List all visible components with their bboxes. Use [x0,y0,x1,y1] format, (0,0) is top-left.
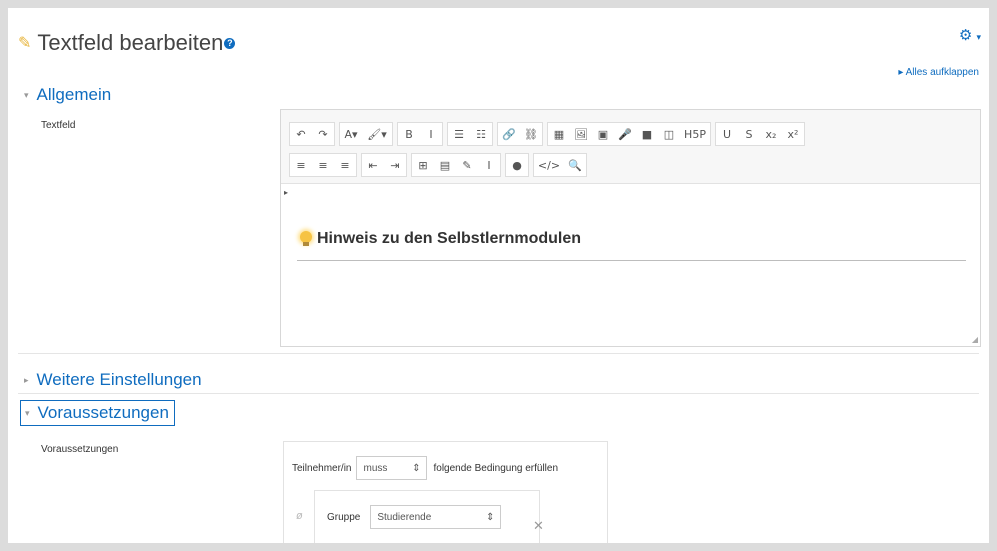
restriction-prefix: Teilnehmer/in [292,462,352,474]
textfield-label: Textfeld [41,120,76,131]
chevron-down-icon: ▾ [24,89,29,100]
resize-handle-icon[interactable]: ◢ [972,335,978,344]
toolbar-group: ⊞ ▤ ✎ Ⅰ [411,153,501,177]
toolbar-button[interactable]: ≡ [334,154,356,176]
horizontal-rule [297,260,966,261]
toolbar-button[interactable]: ⇥ [384,154,406,176]
toolbar-button[interactable]: ⊞ [412,154,434,176]
toolbar-button[interactable]: Ⅰ [478,154,500,176]
toolbar-button[interactable]: x² [782,123,804,145]
expand-all-link[interactable]: ▸ Alles aufklappen [898,67,979,78]
section-divider [18,393,979,394]
restrictions-box: Teilnehmer/in muss ⇕ folgende Bedingung … [283,441,608,543]
eye-hidden-icon[interactable]: ø [296,510,303,522]
toolbar-button[interactable]: ■ [636,123,658,145]
toolbar-button[interactable]: I [420,123,442,145]
select-arrows-icon: ⇕ [412,462,421,474]
toolbar-button[interactable]: ✎ [456,154,478,176]
pencil-icon: ✎ [18,35,32,52]
section-general-header[interactable]: ▾ Allgemein [24,85,111,105]
toolbar-button[interactable]: ≡ [290,154,312,176]
collapse-caret-icon[interactable]: ▸ [284,188,288,197]
toolbar-button[interactable]: ⛓ [520,123,542,145]
select-arrows-icon: ⇕ [485,511,495,523]
condition-box: Gruppe Studierende ⇕ [314,490,540,543]
toolbar-group: U Sx₂ x² [715,122,805,146]
lightbulb-icon [299,230,313,248]
toolbar-button[interactable]: ● [506,154,528,176]
section-divider [18,353,979,354]
editor-toolbar: ↶ ↷ A▾ 🖌▾ B I ☰ ☷ 🔗 ⛓ ▦ 🖼 ▣ 🎤 ■ ◫ H5P U Sx₂ x² ≡ ≡ ≡ ⇤ ⇥ ⊞ ▤ ✎ Ⅰ ● </… [281,110,980,184]
toolbar-group: 🔗 ⛓ [497,122,543,146]
restriction-rule-row: Teilnehmer/in muss ⇕ folgende Bedingung … [292,456,558,480]
toolbar-button[interactable]: ☷ [470,123,492,145]
toolbar-button[interactable]: 🖌▾ [362,123,392,145]
settings-menu[interactable]: ⚙ ▾ [959,26,981,44]
must-select[interactable]: muss ⇕ [356,456,428,480]
group-select-value: Studierende [377,511,432,523]
toolbar-button[interactable]: ▣ [592,123,614,145]
restriction-suffix: folgende Bedingung erfüllen [433,462,559,474]
toolbar-button[interactable]: 🔗 [498,123,520,145]
toolbar-row-1: ↶ ↷ A▾ 🖌▾ B I ☰ ☷ 🔗 ⛓ ▦ 🖼 ▣ 🎤 ■ ◫ H5P U Sx₂ x² [289,122,805,146]
toolbar-group: ▦ 🖼 ▣ 🎤 ■ ◫ H5P [547,122,711,146]
toolbar-button[interactable]: ⇤ [362,154,384,176]
toolbar-button[interactable]: ▤ [434,154,456,176]
group-select[interactable]: Studierende ⇕ [370,505,502,529]
toolbar-button[interactable]: ↷ [312,123,334,145]
page-title-text: Textfeld bearbeiten [37,30,224,55]
toolbar-group: </> 🔍 [533,153,587,177]
toolbar-button[interactable]: A▾ [340,123,362,145]
expand-arrow-icon: ▸ [898,67,904,78]
expand-all-label: Alles aufklappen [905,67,979,78]
toolbar-button[interactable]: S [738,123,760,145]
toolbar-button[interactable]: x₂ [760,123,782,145]
text-editor[interactable]: ↶ ↷ A▾ 🖌▾ B I ☰ ☷ 🔗 ⛓ ▦ 🖼 ▣ 🎤 ■ ◫ H5P U Sx₂ x² ≡ ≡ ≡ ⇤ ⇥ ⊞ ▤ ✎ Ⅰ ● </… [280,109,981,347]
toolbar-group: BI [397,122,443,146]
group-condition-row: Gruppe Studierende ⇕ [327,505,502,529]
chevron-right-icon: ▸ [24,374,29,385]
help-icon[interactable]: ? [224,37,236,49]
toolbar-button[interactable]: H5P [680,123,710,145]
form-card: ✎ Textfeld bearbeiten ? ⚙ ▾ ▸ Alles aufk… [8,8,989,543]
toolbar-group: ≡ ≡ ≡ [289,153,357,177]
toolbar-button[interactable]: 🖼 [570,123,592,145]
toolbar-button[interactable]: 🎤 [614,123,636,145]
content-heading-text: Hinweis zu den Selbstlernmodulen [317,230,582,247]
toolbar-group: ☰ ☷ [447,122,493,146]
section-general-title: Allgemein [36,85,112,104]
editor-content[interactable]: ▸ Hinweis zu den Selbstlernmodulen ◢ [281,184,980,346]
toolbar-button[interactable]: 🔍 [564,154,586,176]
toolbar-row-2: ≡ ≡ ≡ ⇤ ⇥ ⊞ ▤ ✎ Ⅰ ● </> 🔍 [289,153,587,177]
toolbar-button[interactable]: </> [534,154,564,176]
toolbar-button[interactable]: B [398,123,420,145]
toolbar-button[interactable]: ▦ [548,123,570,145]
toolbar-group: A▾ 🖌▾ [339,122,393,146]
page-title: ✎ Textfeld bearbeiten ? [18,30,236,56]
restrictions-label: Voraussetzungen [41,444,119,455]
toolbar-button[interactable]: ↶ [290,123,312,145]
toolbar-button[interactable]: U [716,123,738,145]
content-heading: Hinweis zu den Selbstlernmodulen [299,230,581,248]
chevron-down-icon: ▾ [976,32,981,42]
toolbar-group: ↶ ↷ [289,122,335,146]
gear-icon: ⚙ [958,27,973,44]
toolbar-button[interactable]: ≡ [312,154,334,176]
section-restrictions-title: Voraussetzungen [37,403,169,422]
toolbar-group: ⇤ ⇥ [361,153,407,177]
chevron-down-icon: ▾ [25,407,30,418]
toolbar-button[interactable]: ◫ [658,123,680,145]
toolbar-group: ● [505,153,529,177]
section-restrictions-header[interactable]: ▾ Voraussetzungen [20,400,175,426]
toolbar-button[interactable]: ☰ [448,123,470,145]
section-more-settings-header[interactable]: ▸ Weitere Einstellungen [24,370,202,390]
remove-condition-icon[interactable]: ✕ [533,518,544,534]
condition-type-label: Gruppe [327,511,361,523]
section-more-settings-title: Weitere Einstellungen [36,370,202,389]
must-select-value: muss [363,462,388,474]
